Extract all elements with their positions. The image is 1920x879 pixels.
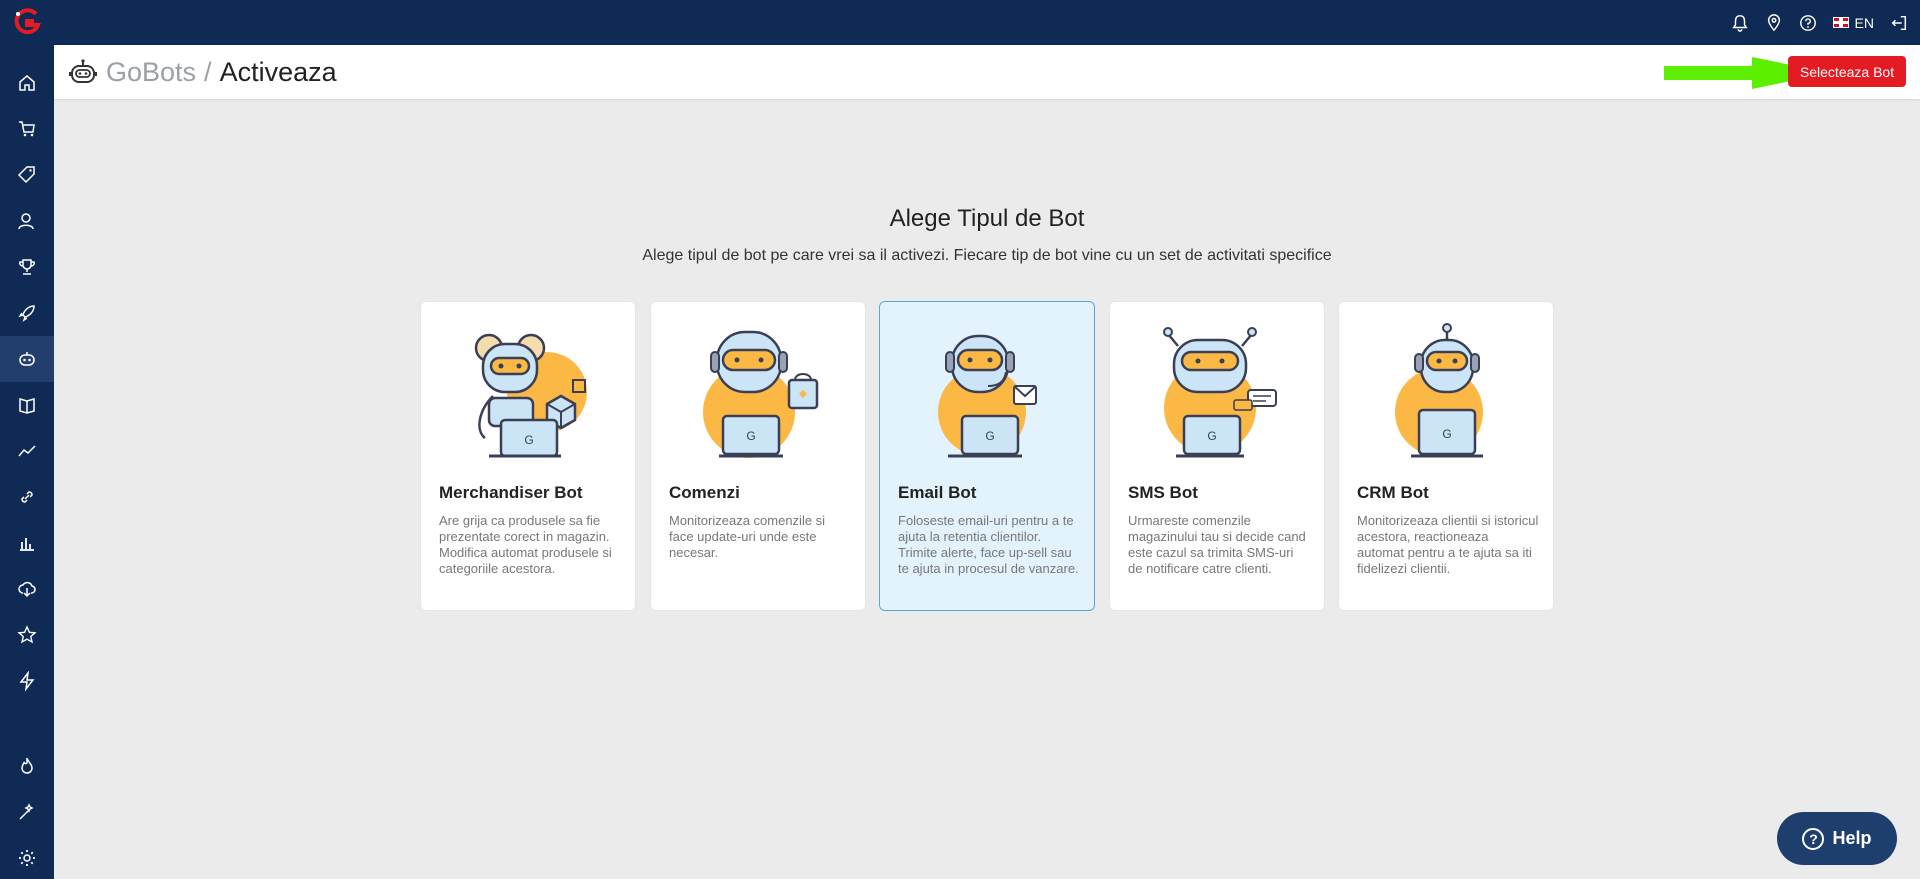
sidebar-item-hot[interactable] [0,743,54,789]
question-icon: ? [1802,827,1825,850]
location-icon[interactable] [1765,13,1783,32]
bot-cards: G Merchandiser Bot Are grija ca produsel… [420,301,1555,611]
sidebar-item-home[interactable] [0,60,54,106]
bot-card-description: Monitorizeaza clientii si istoricul aces… [1357,513,1539,576]
sidebar-item-tools[interactable] [0,789,54,835]
sidebar-item-gobots[interactable] [0,336,54,382]
sidebar-item-automations[interactable] [0,658,54,704]
star-icon [17,625,37,644]
settings-icon [19,850,35,866]
merchandiser-robot-illustration: G [474,333,587,458]
sidebar-item-loyalty[interactable] [0,244,54,290]
svg-text:G: G [1207,429,1216,443]
book-icon [19,398,35,414]
sidebar-item-catalog[interactable] [0,382,54,428]
section-subtitle: Alege tipul de bot pe care vrei sa il ac… [642,247,1332,264]
bot-card-title: Merchandiser Bot [439,483,583,502]
logout-icon[interactable] [1890,14,1908,32]
svg-text:G: G [1442,427,1451,441]
crm-robot-illustration: G [1395,323,1483,458]
breadcrumb-separator: / [204,56,212,87]
help-button[interactable]: ? Help [1777,812,1897,865]
bot-card-description: Foloseste email-uri pentru a te ajuta la… [898,513,1079,576]
top-icons: EN [1731,0,1908,45]
cart-icon [19,121,35,137]
svg-text:G: G [985,429,994,443]
sidebar-item-customers[interactable] [0,198,54,244]
language-selector[interactable]: EN [1832,14,1874,31]
help-circle-icon[interactable] [1799,14,1817,32]
cloud-download-icon [18,581,36,598]
bot-card-email[interactable]: G Email Bot Foloseste email-uri pentru a… [879,301,1095,611]
sms-robot-illustration: G [1163,327,1277,458]
robot-icon [69,59,97,83]
sidebar-item-integrations[interactable] [0,474,54,520]
trophy-icon [19,259,35,275]
lightning-icon [19,671,35,691]
uk-flag-icon [1832,17,1849,28]
sidebar-item-reports[interactable] [0,520,54,566]
link-icon [21,491,33,503]
breadcrumb-parent[interactable]: GoBots [106,57,196,88]
sidebar [0,45,54,879]
bot-card-title: Email Bot [898,483,977,502]
bot-card-title: Comenzi [669,483,740,502]
comenzi-robot-illustration: G [703,330,819,458]
select-bot-button[interactable]: Selecteaza Bot [1788,56,1906,87]
section-title: Alege Tipul de Bot [889,205,1085,232]
bot-card-merchandiser[interactable]: G Merchandiser Bot Are grija ca produsel… [420,301,636,611]
svg-text:G: G [524,433,533,447]
bot-card-crm[interactable]: G CRM Bot Monitorizeaza clientii si isto… [1338,301,1554,611]
sidebar-item-settings[interactable] [0,835,54,879]
logo-icon[interactable] [0,0,54,45]
users-icon [18,213,34,230]
bot-card-sms[interactable]: G SMS Bot Urmareste comenzile magazinulu… [1109,301,1325,611]
sidebar-item-campaigns[interactable] [0,290,54,336]
fire-icon [21,757,33,774]
bar-chart-icon [20,538,34,551]
help-label: Help [1832,828,1872,848]
bot-card-description: Monitorizeaza comenzile si face update-u… [669,513,826,560]
email-robot-illustration: G [938,334,1037,458]
page-header: GoBots / Activeaza Selecteaza Bot [54,45,1920,99]
robot-icon [19,352,35,366]
home-icon [19,75,35,91]
sidebar-item-orders[interactable] [0,106,54,152]
bell-icon[interactable] [1731,14,1749,32]
bot-card-description: Are grija ca produsele sa fie prezentate… [439,513,612,576]
sidebar-item-products[interactable] [0,152,54,198]
trend-icon [18,445,36,457]
bot-card-comenzi[interactable]: G Comenzi Monitorizeaza comenzile si fac… [650,301,866,611]
tag-icon [17,166,35,184]
page-title: Activeaza [219,56,337,87]
bot-card-description: Urmareste comenzile magazinului tau si d… [1128,513,1306,576]
language-label: EN [1854,14,1874,31]
sidebar-item-import[interactable] [0,566,54,612]
top-bar: EN [0,0,1920,45]
breadcrumb: GoBots / Activeaza [68,45,337,99]
sidebar-item-analytics[interactable] [0,428,54,474]
svg-text:G: G [746,429,755,443]
rocket-icon [18,305,35,322]
sidebar-item-reviews[interactable] [0,612,54,658]
bot-card-title: SMS Bot [1128,483,1198,502]
magic-wand-icon [19,803,34,820]
bot-card-title: CRM Bot [1357,483,1429,502]
